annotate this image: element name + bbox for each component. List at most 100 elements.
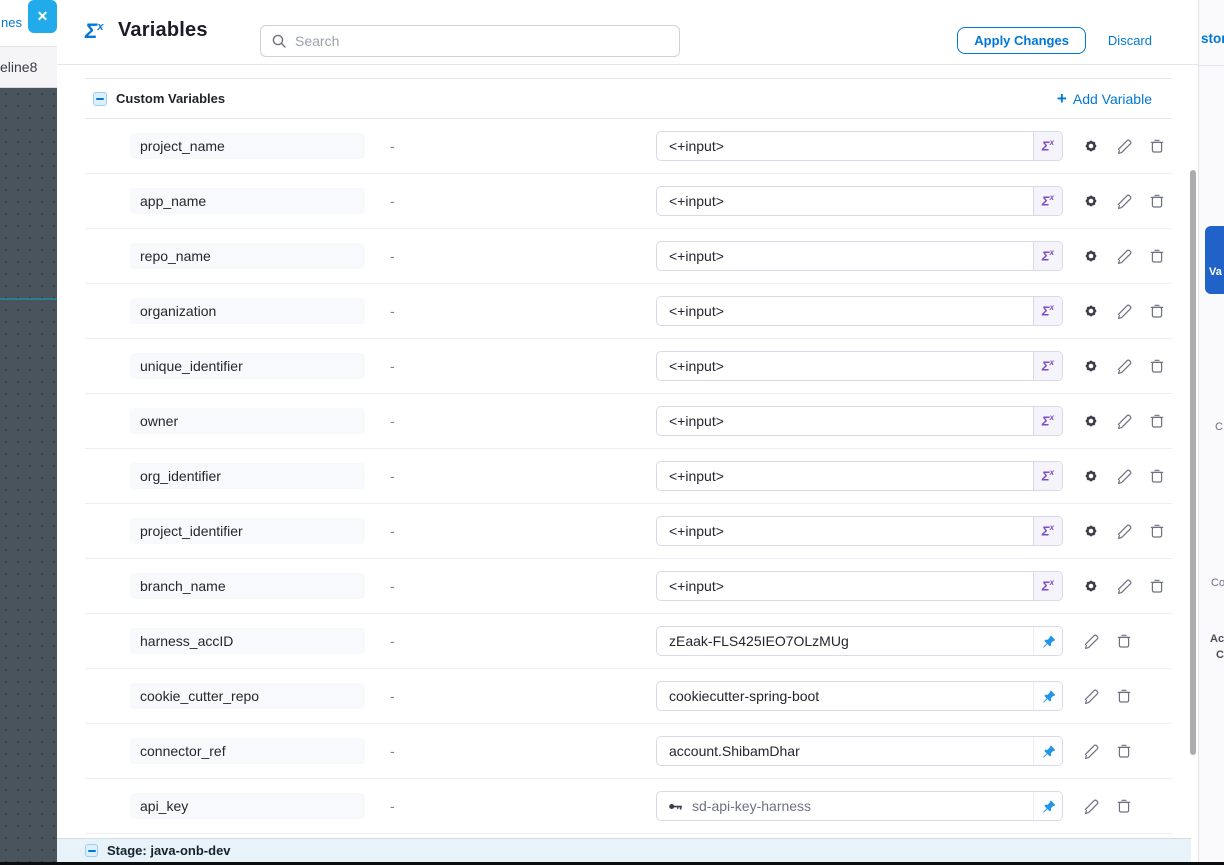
runtime-input-icon[interactable]: Σx [1033, 352, 1062, 380]
row-actions [1082, 247, 1166, 265]
scrollbar-thumb[interactable] [1190, 170, 1196, 755]
pin-icon[interactable] [1033, 792, 1062, 820]
variable-value-input[interactable]: <+input> Σx [656, 186, 1063, 216]
delete-icon[interactable] [1148, 522, 1166, 540]
runtime-input-icon[interactable]: Σx [1033, 572, 1062, 600]
delete-icon[interactable] [1148, 357, 1166, 375]
variable-name-field[interactable]: connector_ref [130, 738, 365, 764]
variable-value-input[interactable]: account.ShibamDhar [656, 736, 1063, 766]
edit-icon[interactable] [1082, 632, 1100, 650]
settings-icon[interactable] [1082, 302, 1100, 320]
variable-name-field[interactable]: organization [130, 298, 365, 324]
edit-icon[interactable] [1115, 522, 1133, 540]
settings-icon[interactable] [1082, 137, 1100, 155]
delete-icon[interactable] [1148, 467, 1166, 485]
pipeline-tab-fragment[interactable]: eline8 [0, 59, 37, 75]
variable-row: connector_ref - account.ShibamDhar [85, 724, 1172, 779]
variable-value-input[interactable]: <+input> Σx [656, 571, 1063, 601]
edit-icon[interactable] [1115, 247, 1133, 265]
settings-icon[interactable] [1082, 412, 1100, 430]
edit-icon[interactable] [1115, 357, 1133, 375]
variable-name-field[interactable]: org_identifier [130, 463, 365, 489]
variable-row: api_key - sd-api-key-harness [85, 779, 1172, 834]
discard-button[interactable]: Discard [1108, 33, 1152, 48]
delete-icon[interactable] [1148, 302, 1166, 320]
variable-row: unique_identifier - <+input> Σx [85, 339, 1172, 394]
variable-value-input[interactable]: <+input> Σx [656, 296, 1063, 326]
variable-value-input[interactable]: sd-api-key-harness [656, 791, 1063, 821]
breadcrumb-fragment[interactable]: nes [1, 15, 22, 30]
variable-value-input[interactable]: zEaak-FLS425IEO7OLzMUg [656, 626, 1063, 656]
variable-name-field[interactable]: app_name [130, 188, 365, 214]
variable-name-field[interactable]: api_key [130, 793, 365, 819]
delete-icon[interactable] [1115, 742, 1133, 760]
row-actions [1082, 632, 1133, 650]
runtime-input-icon[interactable]: Σx [1033, 462, 1062, 490]
pin-icon[interactable] [1033, 627, 1062, 655]
pin-icon[interactable] [1033, 737, 1062, 765]
edit-icon[interactable] [1115, 412, 1133, 430]
variable-value-input[interactable]: <+input> Σx [656, 351, 1063, 381]
edit-icon[interactable] [1115, 302, 1133, 320]
delete-icon[interactable] [1115, 632, 1133, 650]
search-input[interactable] [295, 33, 669, 49]
add-variable-button[interactable]: + Add Variable [1057, 91, 1152, 107]
runtime-input-icon[interactable]: Σx [1033, 407, 1062, 435]
variable-name-field[interactable]: unique_identifier [130, 353, 365, 379]
delete-icon[interactable] [1115, 687, 1133, 705]
variable-name-field[interactable]: project_identifier [130, 518, 365, 544]
variable-value-input[interactable]: <+input> Σx [656, 516, 1063, 546]
drawer-header: Σx Variables Apply Changes Discard [57, 0, 1198, 65]
variable-value-input[interactable]: <+input> Σx [656, 131, 1063, 161]
delete-icon[interactable] [1148, 577, 1166, 595]
delete-icon[interactable] [1148, 247, 1166, 265]
apply-changes-button[interactable]: Apply Changes [957, 27, 1086, 54]
edit-icon[interactable] [1115, 577, 1133, 595]
variable-value-input[interactable]: <+input> Σx [656, 461, 1063, 491]
variable-name-field[interactable]: owner [130, 408, 365, 434]
runtime-input-icon[interactable]: Σx [1033, 187, 1062, 215]
delete-icon[interactable] [1148, 137, 1166, 155]
variable-name: connector_ref [140, 743, 226, 759]
edit-icon[interactable] [1082, 742, 1100, 760]
variable-value-input[interactable]: <+input> Σx [656, 241, 1063, 271]
settings-icon[interactable] [1082, 247, 1100, 265]
delete-icon[interactable] [1148, 412, 1166, 430]
right-top-fragment[interactable]: stor [1201, 31, 1224, 46]
variables-list: project_name - <+input> Σx app_name - [85, 119, 1172, 834]
right-rail-selected-tab[interactable]: Va [1205, 226, 1224, 294]
runtime-input-icon[interactable]: Σx [1033, 132, 1062, 160]
runtime-input-icon[interactable]: Σx [1033, 297, 1062, 325]
delete-icon[interactable] [1148, 192, 1166, 210]
row-actions [1082, 577, 1166, 595]
variable-value-input[interactable]: cookiecutter-spring-boot [656, 681, 1063, 711]
edit-icon[interactable] [1115, 467, 1133, 485]
edit-icon[interactable] [1082, 687, 1100, 705]
variable-name-field[interactable]: repo_name [130, 243, 365, 269]
settings-icon[interactable] [1082, 522, 1100, 540]
variable-name: org_identifier [140, 468, 221, 484]
variable-name-field[interactable]: harness_accID [130, 628, 365, 654]
settings-icon[interactable] [1082, 577, 1100, 595]
pipeline-tab-row: eline8 [0, 47, 57, 88]
collapse-icon[interactable] [93, 92, 107, 106]
delete-icon[interactable] [1115, 797, 1133, 815]
variable-name-field[interactable]: project_name [130, 133, 365, 159]
runtime-input-icon[interactable]: Σx [1033, 517, 1062, 545]
settings-icon[interactable] [1082, 467, 1100, 485]
search-box[interactable] [260, 25, 680, 57]
section-label: Custom Variables [116, 91, 225, 106]
variable-name-field[interactable]: cookie_cutter_repo [130, 683, 365, 709]
variable-name-field[interactable]: branch_name [130, 573, 365, 599]
pin-icon[interactable] [1033, 682, 1062, 710]
stage-section-header[interactable]: Stage: java-onb-dev [57, 838, 1191, 862]
edit-icon[interactable] [1082, 797, 1100, 815]
collapse-icon[interactable] [85, 844, 98, 857]
close-button[interactable]: ✕ [28, 0, 57, 33]
settings-icon[interactable] [1082, 357, 1100, 375]
edit-icon[interactable] [1115, 137, 1133, 155]
runtime-input-icon[interactable]: Σx [1033, 242, 1062, 270]
edit-icon[interactable] [1115, 192, 1133, 210]
settings-icon[interactable] [1082, 192, 1100, 210]
variable-value-input[interactable]: <+input> Σx [656, 406, 1063, 436]
